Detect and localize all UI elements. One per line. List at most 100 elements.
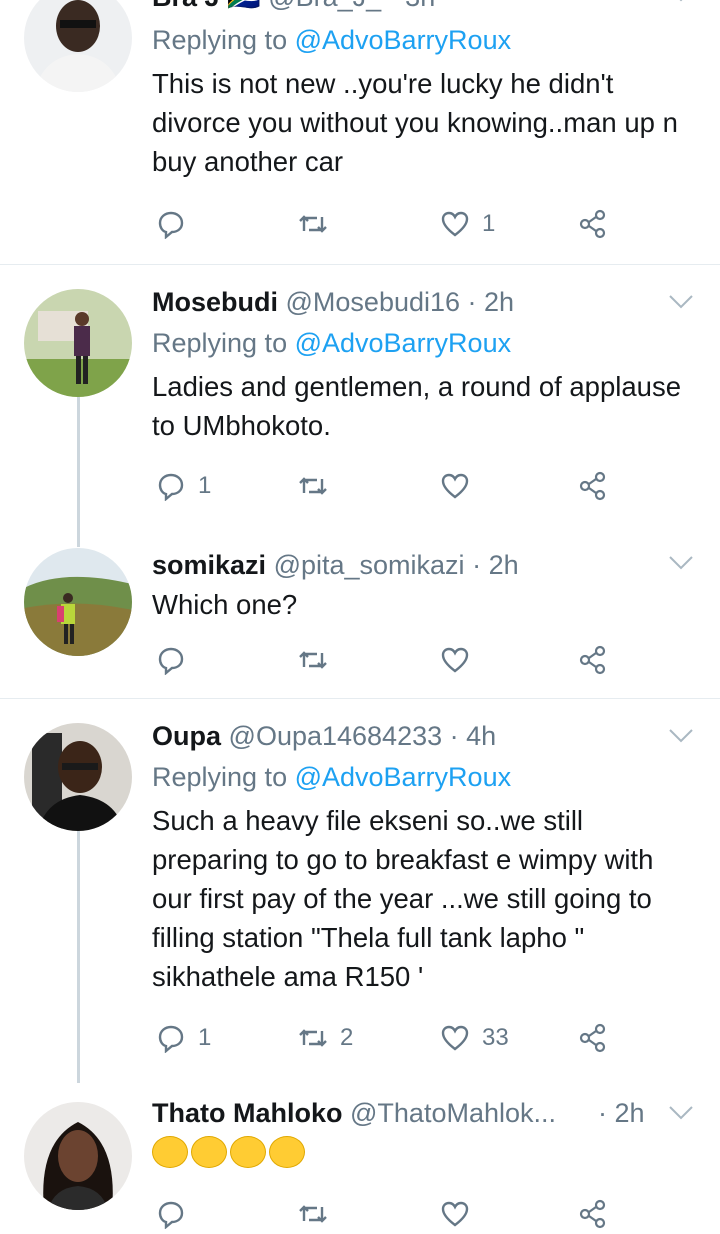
thread-line xyxy=(77,397,80,547)
tweet-header: somikazi @pita_somikazi · 2h xyxy=(152,548,692,582)
reply-count: 1 xyxy=(198,1024,212,1051)
reply-count: 1 xyxy=(198,472,212,499)
chevron-down-icon[interactable] xyxy=(668,554,694,572)
mention-link[interactable]: @AdvoBarryRoux xyxy=(295,25,512,55)
timestamp[interactable]: · 2h xyxy=(598,1096,645,1130)
retweet-button[interactable]: 2 xyxy=(298,1018,353,1058)
handle[interactable]: @Mosebudi16 xyxy=(286,287,461,317)
tears-of-joy-emoji-icon xyxy=(152,1136,188,1168)
reply-icon xyxy=(158,1201,184,1229)
heart-icon xyxy=(441,1025,469,1051)
retweet-button[interactable] xyxy=(298,640,340,680)
tweet-actions xyxy=(152,640,672,680)
handle[interactable]: @pita_somikazi xyxy=(274,550,465,580)
timestamp[interactable]: · 4h xyxy=(450,721,497,751)
tweet-header: Thato Mahloko @ThatoMahlok... xyxy=(152,1096,612,1130)
tweet-header: Oupa @Oupa14684233 · 4h xyxy=(152,719,692,753)
display-name[interactable]: Mosebudi xyxy=(152,287,278,317)
tweet-text: 😂🤣😂🤣 xyxy=(152,1136,612,1170)
reply-button[interactable] xyxy=(156,640,198,680)
retweet-button[interactable] xyxy=(298,466,340,506)
like-count: 1 xyxy=(482,210,496,237)
display-name[interactable]: Thato Mahloko xyxy=(152,1098,343,1128)
timestamp[interactable]: · 2h xyxy=(472,550,519,580)
retweet-count: 2 xyxy=(340,1024,354,1051)
retweet-button[interactable] xyxy=(298,1194,328,1234)
reply-icon xyxy=(158,647,184,675)
tweet-text: Ladies and gentlemen, a round of applaus… xyxy=(152,371,682,441)
share-button[interactable] xyxy=(578,204,608,244)
display-name[interactable]: somikazi xyxy=(152,550,266,580)
avatar[interactable] xyxy=(24,1102,132,1210)
retweet-icon xyxy=(299,215,327,233)
handle[interactable]: @ThatoMahlok... xyxy=(350,1098,556,1128)
share-icon xyxy=(579,1023,606,1053)
reply-button[interactable]: 1 xyxy=(156,1018,211,1058)
tweet-text: Such a heavy file ekseni so..we still pr… xyxy=(152,805,654,992)
share-icon xyxy=(579,1199,606,1229)
reply-button[interactable]: 1 xyxy=(156,466,211,506)
like-count: 33 xyxy=(482,1024,509,1051)
like-button[interactable] xyxy=(440,640,482,680)
handle[interactable]: @Bra_J_ xyxy=(268,0,381,12)
tears-of-joy-emoji-icon xyxy=(230,1136,266,1168)
share-icon xyxy=(579,645,606,675)
tweet-text: Which one? xyxy=(152,589,298,620)
chevron-down-icon[interactable] xyxy=(668,727,694,745)
heart-icon xyxy=(441,473,469,499)
like-button[interactable] xyxy=(440,1194,470,1234)
share-button[interactable] xyxy=(578,1018,608,1058)
tweet-actions: 1 xyxy=(152,204,672,244)
retweet-icon xyxy=(299,1029,327,1047)
share-icon xyxy=(579,471,606,501)
tweet-divider xyxy=(0,698,720,699)
timestamp[interactable]: · 3h xyxy=(389,0,436,12)
share-button[interactable] xyxy=(578,466,608,506)
replying-to: Replying to @AdvoBarryRoux xyxy=(152,25,512,55)
mention-link[interactable]: @AdvoBarryRoux xyxy=(295,328,512,358)
tweet-header: Mosebudi @Mosebudi16 · 2h xyxy=(152,285,692,319)
like-button[interactable] xyxy=(440,466,482,506)
chevron-down-icon[interactable] xyxy=(668,293,694,311)
share-button[interactable] xyxy=(578,640,608,680)
heart-icon xyxy=(441,1201,469,1227)
chevron-down-icon[interactable] xyxy=(668,1104,694,1122)
timestamp[interactable]: · 2h xyxy=(468,287,515,317)
retweet-icon xyxy=(299,477,327,495)
like-button[interactable]: 33 xyxy=(440,1018,509,1058)
tweet-text: This is not new ..you're lucky he didn't… xyxy=(152,68,678,177)
reply-icon xyxy=(158,211,184,239)
avatar[interactable] xyxy=(24,289,132,397)
like-button[interactable]: 1 xyxy=(440,204,495,244)
retweet-button[interactable] xyxy=(298,204,340,244)
reply-button[interactable] xyxy=(156,1194,186,1234)
display-name[interactable]: Oupa xyxy=(152,721,221,751)
share-button[interactable] xyxy=(578,1194,608,1234)
share-icon xyxy=(579,209,606,239)
rolling-laughing-emoji-icon xyxy=(191,1136,227,1168)
avatar[interactable] xyxy=(24,0,132,92)
tweet-actions: 1 2 33 xyxy=(152,1018,672,1058)
tweet-actions: 1 xyxy=(152,466,672,506)
country-flag: 🇿🇦 xyxy=(227,0,261,12)
tweet-header: Bra J 🇿🇦 @Bra_J_ · 3h xyxy=(152,0,692,14)
reply-icon xyxy=(158,473,184,501)
tweet-divider xyxy=(0,264,720,265)
tweet-actions xyxy=(152,1194,672,1234)
display-name[interactable]: Bra J xyxy=(152,0,220,12)
chevron-down-icon[interactable] xyxy=(668,0,694,4)
retweet-icon xyxy=(299,651,327,669)
avatar[interactable] xyxy=(24,723,132,831)
mention-link[interactable]: @AdvoBarryRoux xyxy=(295,762,512,792)
thread-line xyxy=(77,831,80,1083)
heart-icon xyxy=(441,211,469,237)
avatar[interactable] xyxy=(24,548,132,656)
replying-to: Replying to @AdvoBarryRoux xyxy=(152,328,512,358)
replying-to: Replying to @AdvoBarryRoux xyxy=(152,762,512,792)
rolling-laughing-emoji-icon xyxy=(269,1136,305,1168)
handle[interactable]: @Oupa14684233 xyxy=(229,721,443,751)
reply-icon xyxy=(158,1025,184,1053)
heart-icon xyxy=(441,647,469,673)
retweet-icon xyxy=(299,1205,327,1223)
reply-button[interactable] xyxy=(156,204,198,244)
